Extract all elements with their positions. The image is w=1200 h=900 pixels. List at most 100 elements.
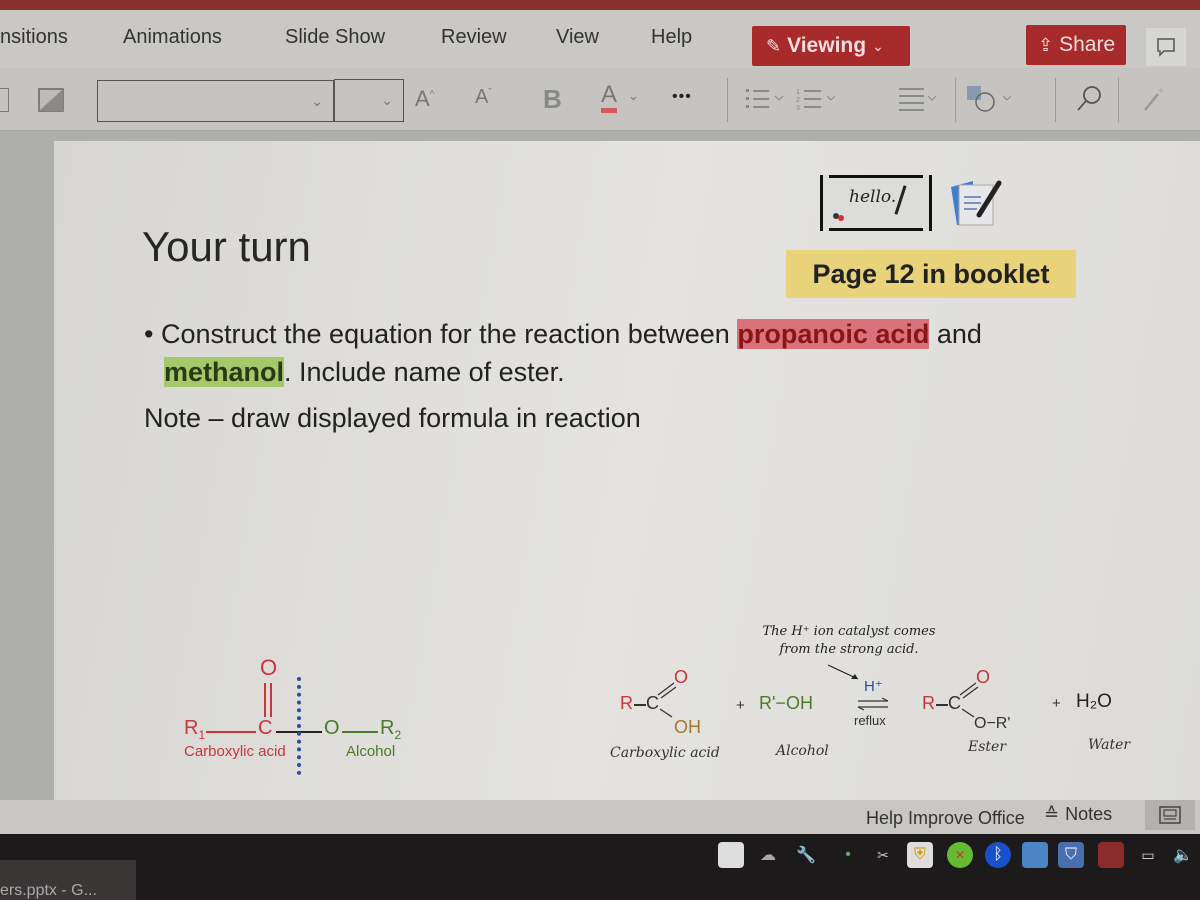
designer-wand-icon[interactable] [1140,84,1168,114]
tray-network-icon[interactable]: • [835,842,861,868]
bullets-icon[interactable] [745,86,785,112]
tray-sync-error-icon[interactable]: ✕ [947,842,973,868]
split-dotted-line [297,677,301,775]
notes-button[interactable]: ≙ Notes [1044,804,1112,825]
acid-r: R [620,693,633,713]
tray-volume-icon[interactable]: 🔈 [1170,842,1196,868]
tray-bluetooth-icon[interactable]: ᛒ [985,842,1011,868]
numbering-icon[interactable]: 123 [795,86,837,112]
r2-group: R2 [380,717,402,742]
ribbon-toolbar: ⌄ ⌄ A^ Aˇ B A ⌄ ••• 123 [0,68,1200,131]
tab-slide-show[interactable]: Slide Show [285,26,385,49]
tab-review[interactable]: Review [441,26,507,49]
note-text: Note – draw displayed formula in reactio… [144,403,641,433]
hello-whiteboard-image: hello. [820,175,932,231]
magnet-icon [838,215,844,221]
svg-text:2: 2 [796,97,800,104]
svg-text:1: 1 [796,89,800,96]
taskbar-item-pptx[interactable]: ers.pptx - G... [0,860,136,900]
slide: Your turn hello. Page 12 in booklet • Co… [54,141,1200,806]
double-bond-line [264,683,266,717]
shape-fill-icon[interactable] [38,88,64,112]
divider [1118,78,1119,122]
share-label: Share [1059,33,1116,56]
status-bar: Help Improve Office ≙ Notes [0,800,1200,834]
shapes-icon[interactable] [965,84,1015,114]
tray-defender-icon[interactable]: ⛉ [1058,842,1084,868]
slide-canvas: Your turn hello. Page 12 in booklet • Co… [0,131,1200,811]
ester-bonds [959,682,979,718]
tab-view[interactable]: View [556,26,599,49]
carbon-atom: C [258,717,273,739]
normal-view-button[interactable] [1145,800,1195,830]
help-improve-office-link[interactable]: Help Improve Office [866,808,1025,829]
single-bond-oxygen: O [324,717,340,739]
ester-or: O−R' [974,715,1011,732]
plus-sign: + [1052,695,1061,712]
font-name-dropdown[interactable]: ⌄ [97,80,334,122]
divider [727,78,728,122]
catalyst-note: The H⁺ ion catalyst comes from the stron… [754,623,944,659]
font-size-dropdown[interactable]: ⌄ [334,79,404,122]
tray-battery-icon[interactable]: ▭ [1135,842,1161,868]
comments-button[interactable] [1146,28,1186,66]
label-water: Water [1088,737,1131,753]
bond-line [206,731,256,733]
tray-display-icon[interactable] [1022,842,1048,868]
highlight-propanoic-acid: propanoic acid [737,319,930,349]
highlight-methanol: methanol [164,357,285,387]
more-options-button[interactable]: ••• [672,88,692,106]
tray-app-red-icon[interactable] [1098,842,1124,868]
ribbon-tab-bar: nsitions Animations Slide Show Review Vi… [0,10,1200,68]
task-bullet: • Construct the equation for the reactio… [144,315,1104,391]
tray-scissors-icon[interactable]: ✂ [870,842,896,868]
tray-app-icon[interactable] [718,842,744,868]
tab-transitions[interactable]: nsitions [0,26,68,49]
tab-animations[interactable]: Animations [123,26,222,49]
bullet-text-suffix: . Include name of ester. [284,357,565,387]
align-icon[interactable] [898,86,938,114]
reflux-condition: reflux [854,713,886,728]
divider [1055,78,1056,122]
slide-title: Your turn [142,223,311,270]
tab-help[interactable]: Help [651,26,692,49]
chevron-down-icon[interactable]: ⌄ [628,88,639,104]
search-icon[interactable] [1075,84,1103,114]
esterification-equation: The H⁺ ion catalyst comes from the stron… [604,621,1164,771]
share-button[interactable]: ⇪ Share [1026,25,1126,65]
bond-line [634,704,646,706]
plus-sign: + [736,697,745,714]
shrink-font-icon: A [475,86,489,108]
font-color-icon: A [601,81,618,108]
bullet-icon: • [144,319,161,349]
comment-icon [1157,38,1175,57]
font-color-button[interactable]: A [601,81,618,113]
notes-label: Notes [1065,804,1113,824]
divider [955,78,956,122]
label-carboxylic-acid: Carboxylic acid [184,743,286,760]
bullet-text-middle: and [929,319,982,349]
chevron-down-icon: ⌄ [311,93,323,109]
tray-security-shield-icon[interactable]: ⛨ [907,842,933,868]
tray-wrench-icon[interactable]: 🔧 [793,842,819,868]
taskbar-item-label: ers.pptx - G... [0,882,97,899]
notepad-pen-icon [951,180,1002,226]
booklet-reference: Page 12 in booklet [786,250,1076,298]
ester-r: R [922,693,935,713]
bullet-text-prefix: Construct the equation for the reaction … [160,319,738,349]
marker-icon [894,185,907,215]
grow-font-button[interactable]: A^ [415,86,434,112]
shrink-font-button[interactable]: Aˇ [475,86,492,109]
chevron-down-icon: ⌄ [381,92,393,108]
tray-cloud-off-icon[interactable]: ☁ [755,842,781,868]
viewing-label: Viewing [787,34,867,57]
bold-button[interactable]: B [543,84,562,115]
window-top-strip [0,0,1200,10]
catalyst-note-line1: The H⁺ ion catalyst comes [762,624,936,639]
bond-line [342,731,378,733]
taskbar: ers.pptx - G... ☁ 🔧 • ✂ ⛨ ✕ ᛒ ⛉ ▭ 🔈 [0,834,1200,900]
r1-group: R1 [184,717,206,742]
ester-bond-diagram: O R1 C O R2 Carboxylic acid Alcohol [180,651,440,781]
viewing-mode-button[interactable]: ✎ Viewing ⌄ [752,26,910,66]
label-carboxylic-acid: Carboxylic acid [610,745,720,761]
